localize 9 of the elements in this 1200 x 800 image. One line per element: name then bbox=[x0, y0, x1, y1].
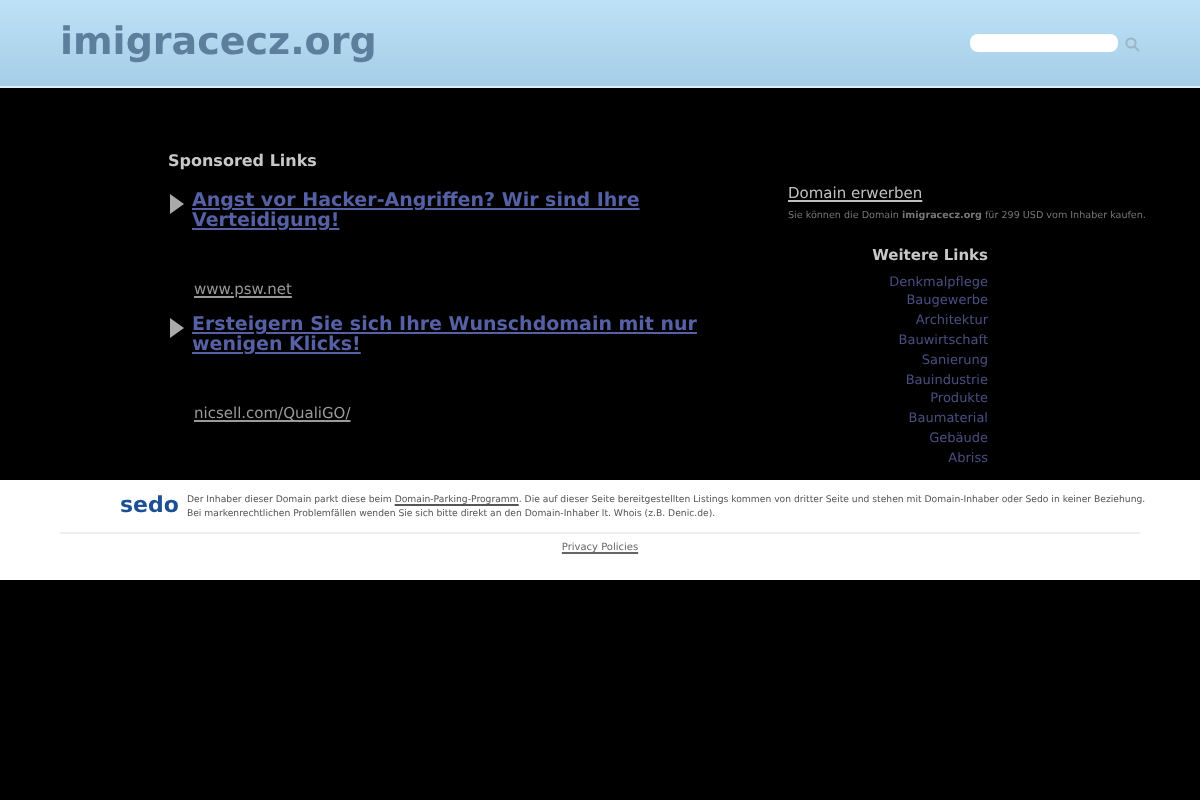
ad-headline-link[interactable]: Angst vor Hacker-Angriffen? Wir sind Ihre Verteidigung! bbox=[192, 192, 708, 232]
section-title: Sponsored Links bbox=[168, 150, 319, 174]
search-icon[interactable] bbox=[1124, 35, 1140, 51]
sedo-logo: sedo bbox=[120, 494, 179, 518]
arrow-icon bbox=[168, 194, 184, 214]
ad-headline-link[interactable]: Ersteigern Sie sich Ihre Wunschdomain mit nur wenigen Klicks! bbox=[192, 316, 708, 356]
search-field[interactable] bbox=[970, 34, 1118, 52]
arrow-icon bbox=[168, 318, 184, 338]
site-title: imigracecz.org bbox=[60, 18, 377, 69]
